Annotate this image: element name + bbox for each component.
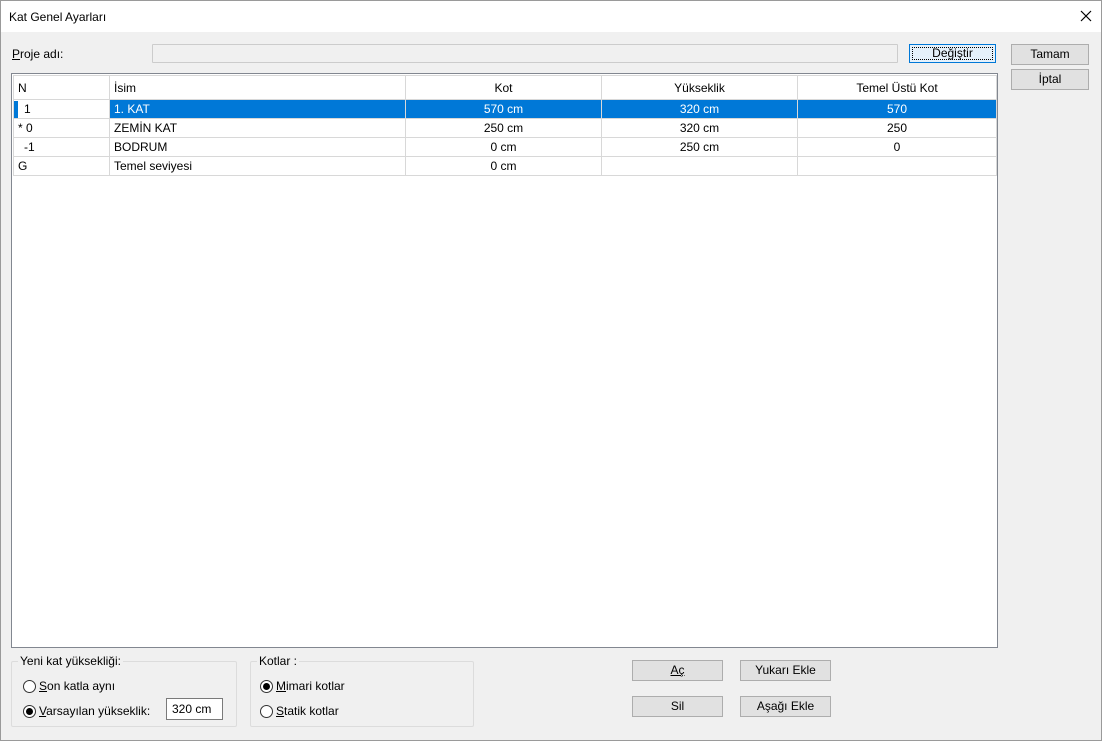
ok-button[interactable]: Tamam: [1011, 44, 1089, 65]
dialog-title: Kat Genel Ayarları: [9, 10, 107, 24]
dialog-window: Kat Genel Ayarları Proje adı: Değiştir T…: [0, 0, 1102, 741]
row-foundation-top-cell[interactable]: 250: [797, 118, 997, 138]
open-button-label: Aç: [670, 663, 685, 677]
cancel-button-label: İptal: [1038, 72, 1062, 86]
row-n-cell[interactable]: G: [13, 156, 110, 176]
open-button[interactable]: Aç: [632, 660, 723, 681]
project-name-field[interactable]: [152, 44, 898, 63]
table-header-row: N İsim Kot Yükseklik Temel Üstü Kot: [13, 75, 997, 100]
row-kot-cell[interactable]: 0 cm: [405, 137, 602, 157]
default-height-input[interactable]: 320 cm: [166, 698, 223, 720]
change-button[interactable]: Değiştir: [909, 44, 996, 63]
radio-button[interactable]: [260, 704, 273, 718]
row-n-value: G: [18, 159, 28, 173]
column-header-kot[interactable]: Kot: [405, 75, 602, 100]
radio-button-selected[interactable]: [260, 679, 273, 693]
column-header-n[interactable]: N: [13, 75, 110, 100]
architectural-elevations-label: Mimari kotlar: [276, 679, 345, 693]
column-header-height[interactable]: Yükseklik: [601, 75, 798, 100]
static-elevations-option[interactable]: Statik kotlar: [260, 704, 339, 718]
add-above-button[interactable]: Yukarı Ekle: [740, 660, 831, 681]
elevations-group: Kotlar : Mimari kotlar Statik kotlar: [250, 654, 474, 727]
row-kot-cell[interactable]: 250 cm: [405, 118, 602, 138]
radio-button[interactable]: [23, 679, 36, 693]
project-name-label: Proje adı:: [12, 47, 64, 61]
row-foundation-top-cell[interactable]: [797, 156, 997, 176]
row-name-cell[interactable]: BODRUM: [109, 137, 406, 157]
delete-button[interactable]: Sil: [632, 696, 723, 717]
table-row[interactable]: G Temel seviyesi 0 cm: [13, 156, 997, 176]
row-kot-cell[interactable]: 0 cm: [405, 156, 602, 176]
close-icon: [1080, 10, 1092, 22]
cancel-button[interactable]: İptal: [1011, 69, 1089, 90]
radio-button-selected[interactable]: [23, 704, 36, 718]
row-n-value: * 0: [18, 121, 33, 135]
row-n-value: 1: [24, 102, 31, 116]
elevations-title: Kotlar :: [257, 654, 300, 668]
row-foundation-top-cell[interactable]: 0: [797, 137, 997, 157]
new-floor-height-title: Yeni kat yüksekliği:: [18, 654, 123, 668]
table-row[interactable]: 1 1. KAT 570 cm 320 cm 570: [13, 99, 997, 119]
row-n-cell[interactable]: * 0: [13, 118, 110, 138]
table-row[interactable]: -1 BODRUM 0 cm 250 cm 0: [13, 137, 997, 157]
close-button[interactable]: [1071, 1, 1101, 31]
delete-button-label: Sil: [670, 699, 685, 713]
row-n-cell[interactable]: 1: [13, 99, 110, 119]
default-height-option[interactable]: Varsayılan yükseklik:: [23, 704, 150, 718]
row-kot-cell[interactable]: 570 cm: [405, 99, 602, 119]
column-header-name[interactable]: İsim: [109, 75, 406, 100]
new-floor-height-group: Yeni kat yüksekliği: Son katla aynı Vars…: [11, 654, 237, 727]
row-name-cell[interactable]: Temel seviyesi: [109, 156, 406, 176]
floor-table[interactable]: N İsim Kot Yükseklik Temel Üstü Kot 1 1.…: [11, 73, 998, 648]
row-height-cell[interactable]: 320 cm: [601, 99, 798, 119]
row-height-cell[interactable]: [601, 156, 798, 176]
add-below-button[interactable]: Aşağı Ekle: [740, 696, 831, 717]
same-as-last-floor-option[interactable]: Son katla aynı: [23, 679, 115, 693]
row-name-cell[interactable]: ZEMİN KAT: [109, 118, 406, 138]
row-selection-marker: [14, 101, 18, 118]
row-n-cell[interactable]: -1: [13, 137, 110, 157]
column-header-foundation-top[interactable]: Temel Üstü Kot: [797, 75, 997, 100]
focus-rect: [912, 47, 993, 60]
row-height-cell[interactable]: 320 cm: [601, 118, 798, 138]
same-as-last-floor-label: Son katla aynı: [39, 679, 116, 693]
title-bar[interactable]: Kat Genel Ayarları: [1, 1, 1101, 32]
row-n-value: -1: [24, 140, 35, 154]
architectural-elevations-option[interactable]: Mimari kotlar: [260, 679, 345, 693]
row-height-cell[interactable]: 250 cm: [601, 137, 798, 157]
table-row[interactable]: * 0 ZEMİN KAT 250 cm 320 cm 250: [13, 118, 997, 138]
row-foundation-top-cell[interactable]: 570: [797, 99, 997, 119]
row-name-cell[interactable]: 1. KAT: [109, 99, 406, 119]
static-elevations-label: Statik kotlar: [276, 704, 339, 718]
default-height-label: Varsayılan yükseklik:: [39, 704, 151, 718]
